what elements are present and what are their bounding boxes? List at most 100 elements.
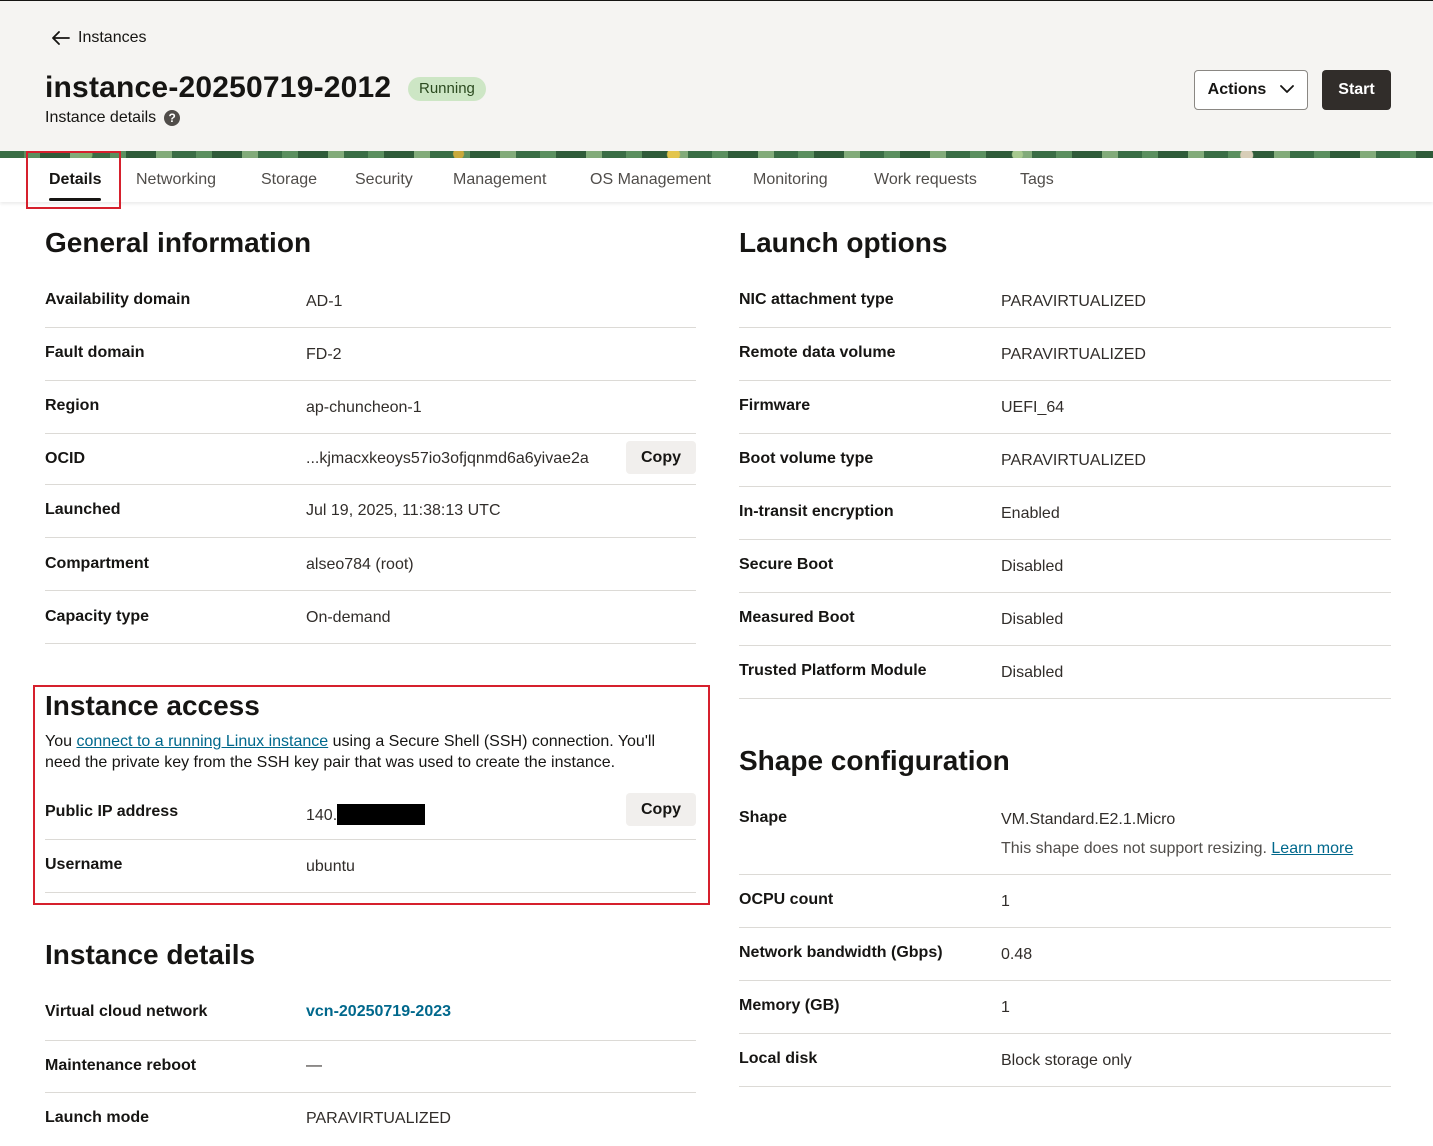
tab-management[interactable]: Management	[453, 158, 546, 202]
general-information-heading: General information	[45, 227, 312, 258]
row-label: Launched	[45, 501, 121, 518]
row-availability-domain: Availability domain AD-1	[45, 275, 696, 328]
row-value: PARAVIRTUALIZED	[1001, 293, 1146, 310]
row-label: Launch mode	[45, 1109, 150, 1126]
row-ocid: OCID ...kjmacxkeoys57io3ofjqnmd6a6yivae2…	[45, 434, 696, 485]
ocid-value: ...kjmacxkeoys57io3ofjqnmd6a6yivae2a	[306, 450, 589, 467]
row-label: Shape	[739, 809, 788, 826]
shape-configuration-heading: Shape configuration	[739, 745, 1010, 776]
row-maintenance-reboot: Maintenance reboot —	[45, 1041, 696, 1093]
back-link-label: Instances	[78, 29, 147, 46]
row-network-bandwidth: Network bandwidth (Gbps) 0.48	[739, 928, 1391, 981]
row-label: Memory (GB)	[739, 997, 840, 1014]
row-label: Public IP address	[45, 803, 179, 820]
intro-text: You	[45, 733, 77, 750]
instance-access-heading: Instance access	[45, 690, 260, 721]
actions-button-label: Actions	[1207, 81, 1267, 98]
note-text: This shape does not support resizing.	[1001, 840, 1267, 857]
row-boot-volume-type: Boot volume type PARAVIRTUALIZED	[739, 434, 1391, 487]
row-value: On-demand	[306, 609, 391, 626]
row-value: 1	[1001, 999, 1010, 1016]
tab-security[interactable]: Security	[355, 158, 413, 202]
row-label: In-transit encryption	[739, 503, 894, 520]
tab-monitoring[interactable]: Monitoring	[753, 158, 828, 202]
row-ocpu-count: OCPU count 1	[739, 875, 1391, 928]
row-label: NIC attachment type	[739, 291, 894, 308]
row-label: Measured Boot	[739, 609, 855, 626]
row-launched: Launched Jul 19, 2025, 11:38:13 UTC	[45, 485, 696, 538]
row-value: PARAVIRTUALIZED	[1001, 346, 1146, 363]
row-virtual-cloud-network: Virtual cloud network vcn-20250719-2023	[45, 988, 696, 1041]
row-value: Disabled	[1001, 664, 1064, 681]
actions-button[interactable]: Actions	[1194, 70, 1308, 110]
help-icon[interactable]: ?	[164, 110, 181, 126]
tab-storage[interactable]: Storage	[261, 158, 317, 202]
tab-work-requests[interactable]: Work requests	[874, 158, 977, 202]
tab-networking[interactable]: Networking	[136, 158, 216, 202]
tab-os-management[interactable]: OS Management	[590, 158, 711, 202]
row-value: Block storage only	[1001, 1052, 1132, 1069]
row-label: Capacity type	[45, 608, 150, 625]
row-label: Firmware	[739, 397, 811, 414]
row-public-ip: Public IP address 140. Copy	[45, 788, 696, 840]
row-label: Boot volume type	[739, 450, 874, 467]
row-compartment: Compartment alseo784 (root)	[45, 538, 696, 591]
row-value: alseo784 (root)	[306, 556, 414, 573]
row-value: AD-1	[306, 293, 343, 310]
row-capacity-type: Capacity type On-demand	[45, 591, 696, 644]
learn-more-link[interactable]: Learn more	[1271, 840, 1353, 857]
row-label: Local disk	[739, 1050, 818, 1067]
row-label: Maintenance reboot	[45, 1057, 197, 1074]
back-to-instances-link[interactable]: Instances	[52, 29, 146, 47]
row-memory: Memory (GB) 1	[739, 981, 1391, 1034]
row-value: PARAVIRTUALIZED	[1001, 452, 1146, 469]
row-local-disk: Local disk Block storage only	[739, 1034, 1391, 1087]
instance-details-heading: Instance details	[45, 939, 256, 970]
row-fault-domain: Fault domain FD-2	[45, 328, 696, 381]
subtitle-label: Instance details	[45, 109, 157, 126]
copy-ocid-button[interactable]: Copy	[626, 441, 696, 474]
details-tab-highlight	[26, 151, 121, 209]
row-value: Enabled	[1001, 505, 1060, 522]
row-label: OCPU count	[739, 891, 834, 908]
row-value: Disabled	[1001, 611, 1064, 628]
launch-options-heading: Launch options	[739, 227, 948, 258]
row-value: 0.48	[1001, 946, 1033, 963]
redaction-block	[337, 804, 426, 825]
row-value: Disabled	[1001, 558, 1064, 575]
row-label: Region	[45, 397, 100, 414]
decorative-banner	[0, 151, 1433, 158]
start-button[interactable]: Start	[1322, 70, 1391, 110]
row-label: Availability domain	[45, 291, 191, 308]
row-in-transit-encryption: In-transit encryption Enabled	[739, 487, 1391, 540]
row-measured-boot: Measured Boot Disabled	[739, 593, 1391, 646]
arrow-left-icon	[52, 31, 70, 45]
row-value: VM.Standard.E2.1.Micro	[1001, 811, 1176, 828]
row-value: Jul 19, 2025, 11:38:13 UTC	[306, 502, 501, 519]
row-label: Fault domain	[45, 344, 145, 361]
row-value: UEFI_64	[1001, 399, 1065, 416]
copy-public-ip-button[interactable]: Copy	[626, 793, 696, 826]
row-secure-boot: Secure Boot Disabled	[739, 540, 1391, 593]
row-label: Remote data volume	[739, 344, 896, 361]
row-label: OCID	[45, 450, 85, 467]
chevron-down-icon	[1280, 81, 1295, 99]
row-firmware: Firmware UEFI_64	[739, 381, 1391, 434]
tab-bar: Details Networking Storage Security Mana…	[0, 158, 1433, 202]
shape-resize-note: This shape does not support resizing. Le…	[1001, 840, 1353, 858]
row-launch-mode: Launch mode PARAVIRTUALIZED	[45, 1093, 696, 1146]
row-label: Username	[45, 856, 123, 873]
row-value: 1	[1001, 893, 1010, 910]
page-title: instance-20250719-2012	[45, 71, 392, 104]
page-subtitle: Instance details ?	[45, 109, 181, 127]
row-nic-attachment-type: NIC attachment type PARAVIRTUALIZED	[739, 275, 1391, 328]
row-value: ap-chuncheon-1	[306, 399, 422, 416]
row-label: Secure Boot	[739, 556, 834, 573]
page-header: Instances instance-20250719-2012 Running…	[0, 1, 1433, 151]
connect-linux-instance-link[interactable]: connect to a running Linux instance	[76, 733, 328, 750]
vcn-link[interactable]: vcn-20250719-2023	[306, 1003, 451, 1021]
public-ip-prefix: 140.	[306, 807, 338, 824]
row-label: Network bandwidth (Gbps)	[739, 944, 943, 961]
tab-tags[interactable]: Tags	[1020, 158, 1054, 202]
row-label: Virtual cloud network	[45, 1003, 208, 1020]
